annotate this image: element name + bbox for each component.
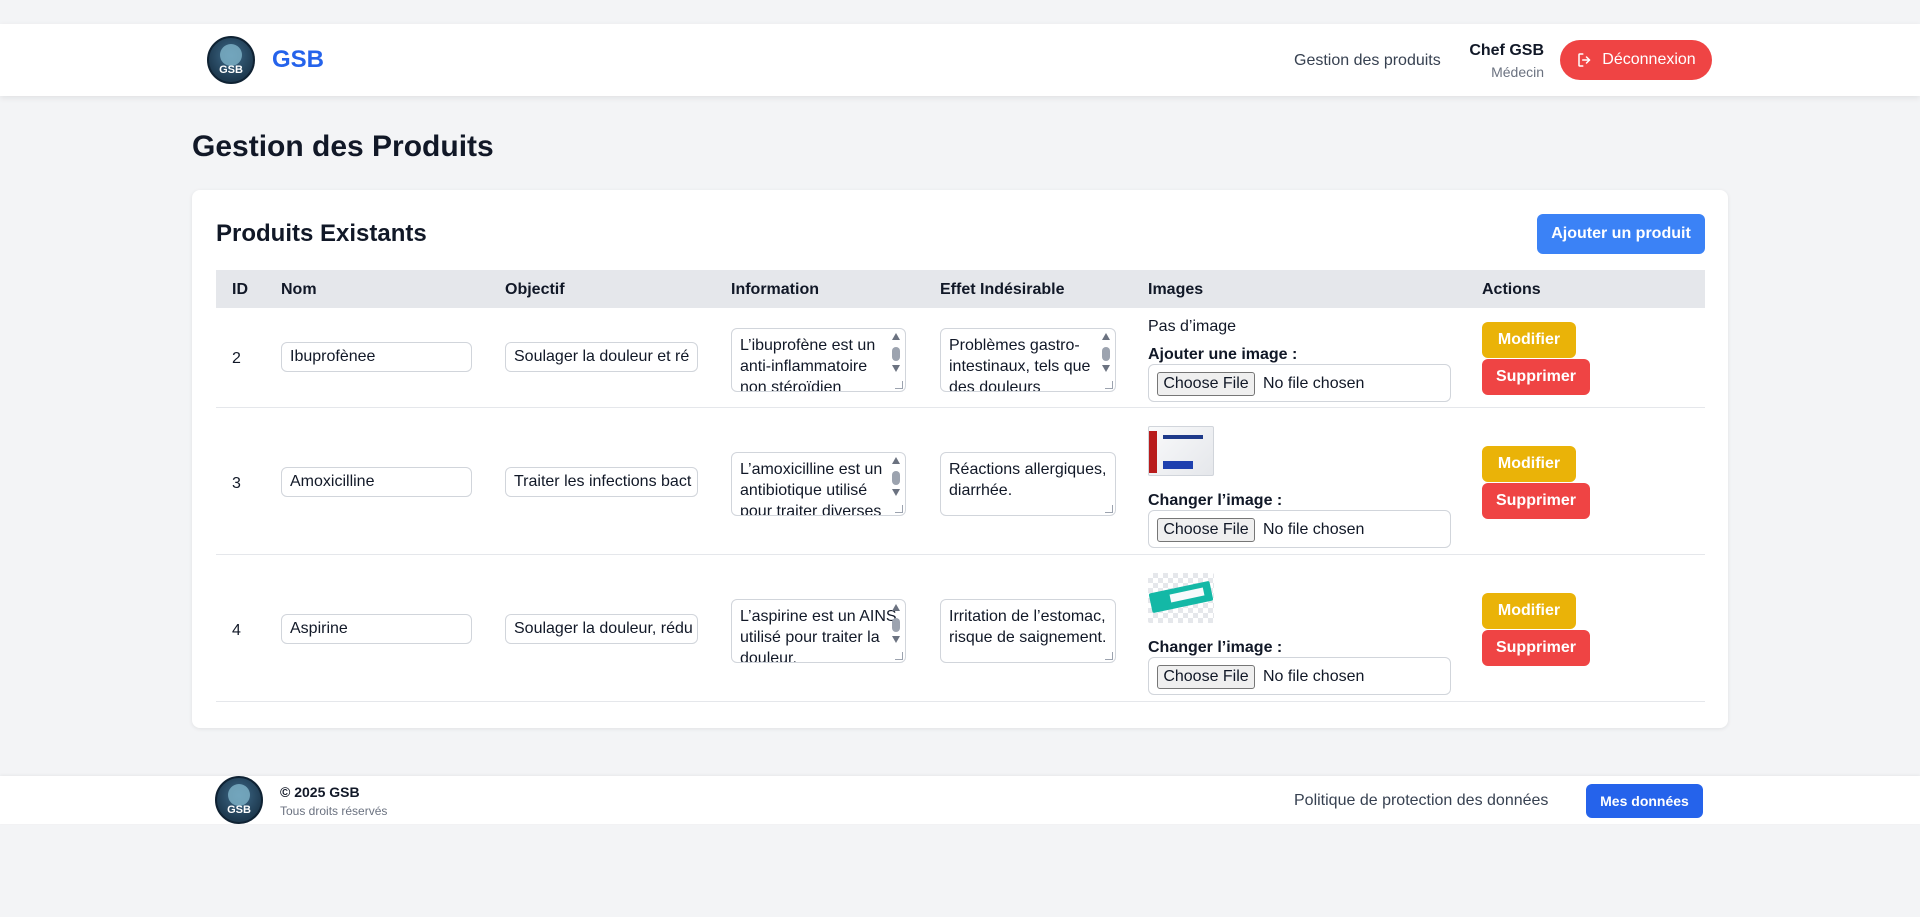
- effet-textarea[interactable]: Réactions allergiques, diarrhée.: [940, 452, 1116, 516]
- no-file-text: No file chosen: [1263, 375, 1365, 392]
- top-navbar: GSB GSB Gestion des produits Chef GSB Mé…: [0, 24, 1920, 96]
- effet-textarea[interactable]: Irritation de l’estomac, risque de saign…: [940, 599, 1116, 663]
- choose-file-button[interactable]: Choose File: [1157, 518, 1255, 542]
- information-textarea[interactable]: L’aspirine est un AINS utilisé pour trai…: [731, 599, 906, 663]
- modify-button[interactable]: Modifier: [1482, 322, 1576, 358]
- product-image-amoxicilline: [1148, 426, 1214, 476]
- resize-handle[interactable]: [895, 652, 903, 660]
- brand-name[interactable]: GSB: [272, 46, 324, 74]
- table-row: 2 Ibuprofènee Soulager la douleur et ré …: [216, 308, 1705, 408]
- effet-text: Problèmes gastro-intestinaux, tels que d…: [949, 337, 1091, 392]
- nav-link-products[interactable]: Gestion des produits: [1294, 52, 1441, 70]
- objectif-input[interactable]: Traiter les infections bact: [505, 467, 698, 497]
- change-image-label: Changer l’image :: [1148, 492, 1283, 509]
- objectif-input[interactable]: Soulager la douleur et ré: [505, 342, 698, 372]
- my-data-button[interactable]: Mes données: [1586, 784, 1703, 818]
- resize-handle[interactable]: [1105, 652, 1113, 660]
- add-image-label: Ajouter une image :: [1148, 346, 1298, 363]
- card-title: Produits Existants: [216, 220, 427, 247]
- no-file-text: No file chosen: [1263, 521, 1365, 538]
- column-header-information: Information: [731, 281, 819, 298]
- information-text: L’amoxicilline est un antibiotique utili…: [740, 461, 883, 516]
- choose-file-button[interactable]: Choose File: [1157, 665, 1255, 689]
- row-id: 3: [232, 475, 241, 492]
- information-text: L’ibuprofène est un anti-inflammatoire n…: [740, 337, 876, 392]
- table-row: 3 Amoxicilline Traiter les infections ba…: [216, 409, 1705, 555]
- logout-icon: [1578, 53, 1591, 67]
- column-header-effet: Effet Indésirable: [940, 281, 1065, 298]
- information-text: L’aspirine est un AINS utilisé pour trai…: [740, 608, 897, 663]
- delete-button[interactable]: Supprimer: [1482, 630, 1590, 666]
- resize-handle[interactable]: [1105, 505, 1113, 513]
- add-product-button[interactable]: Ajouter un produit: [1537, 214, 1705, 254]
- table-row: 4 Aspirine Soulager la douleur, rédu L’a…: [216, 556, 1705, 702]
- modify-button[interactable]: Modifier: [1482, 446, 1576, 482]
- resize-handle[interactable]: [895, 381, 903, 389]
- nom-input[interactable]: Ibuprofènee: [281, 342, 472, 372]
- footer-logo: GSB: [215, 776, 263, 824]
- footer-rights: Tous droits réservés: [280, 804, 388, 818]
- footer-copyright: © 2025 GSB: [280, 784, 360, 800]
- logo-text: GSB: [227, 804, 251, 816]
- caduceus-icon: [228, 784, 250, 806]
- no-file-text: No file chosen: [1263, 668, 1365, 685]
- footer: GSB © 2025 GSB Tous droits réservés Poli…: [0, 776, 1920, 824]
- user-name: Chef GSB: [1469, 42, 1544, 59]
- file-input[interactable]: Choose File No file chosen: [1148, 657, 1451, 695]
- caduceus-icon: [220, 44, 242, 66]
- objectif-input[interactable]: Soulager la douleur, rédu: [505, 614, 698, 644]
- privacy-policy-link[interactable]: Politique de protection des données: [1294, 792, 1548, 810]
- column-header-objectif: Objectif: [505, 281, 565, 298]
- logout-label: Déconnexion: [1602, 51, 1696, 68]
- logo-text: GSB: [219, 64, 243, 76]
- effet-text: Réactions allergiques, diarrhée.: [949, 461, 1107, 499]
- row-id: 4: [232, 622, 241, 639]
- delete-button[interactable]: Supprimer: [1482, 359, 1590, 395]
- gsb-logo[interactable]: GSB: [207, 36, 255, 84]
- nom-input[interactable]: Aspirine: [281, 614, 472, 644]
- logout-button[interactable]: Déconnexion: [1560, 40, 1712, 80]
- modify-button[interactable]: Modifier: [1482, 593, 1576, 629]
- effet-textarea[interactable]: Problèmes gastro-intestinaux, tels que d…: [940, 328, 1116, 392]
- page-title: Gestion des Produits: [192, 130, 494, 163]
- product-image-aspirine: [1148, 573, 1214, 623]
- no-image-text: Pas d’image: [1148, 318, 1237, 335]
- choose-file-button[interactable]: Choose File: [1157, 372, 1255, 396]
- products-card: Produits Existants Ajouter un produit ID…: [192, 190, 1728, 728]
- column-header-actions: Actions: [1482, 281, 1541, 298]
- column-header-id: ID: [232, 281, 248, 298]
- effet-text: Irritation de l’estomac, risque de saign…: [949, 608, 1107, 646]
- column-header-images: Images: [1148, 281, 1204, 298]
- row-id: 2: [232, 350, 241, 367]
- information-textarea[interactable]: L’amoxicilline est un antibiotique utili…: [731, 452, 906, 516]
- information-textarea[interactable]: L’ibuprofène est un anti-inflammatoire n…: [731, 328, 906, 392]
- delete-button[interactable]: Supprimer: [1482, 483, 1590, 519]
- file-input[interactable]: Choose File No file chosen: [1148, 364, 1451, 402]
- nom-input[interactable]: Amoxicilline: [281, 467, 472, 497]
- file-input[interactable]: Choose File No file chosen: [1148, 510, 1451, 548]
- table-header: ID Nom Objectif Information Effet Indési…: [216, 270, 1705, 308]
- resize-handle[interactable]: [895, 505, 903, 513]
- user-role: Médecin: [1491, 64, 1544, 80]
- column-header-nom: Nom: [281, 281, 317, 298]
- resize-handle[interactable]: [1105, 381, 1113, 389]
- change-image-label: Changer l’image :: [1148, 639, 1283, 656]
